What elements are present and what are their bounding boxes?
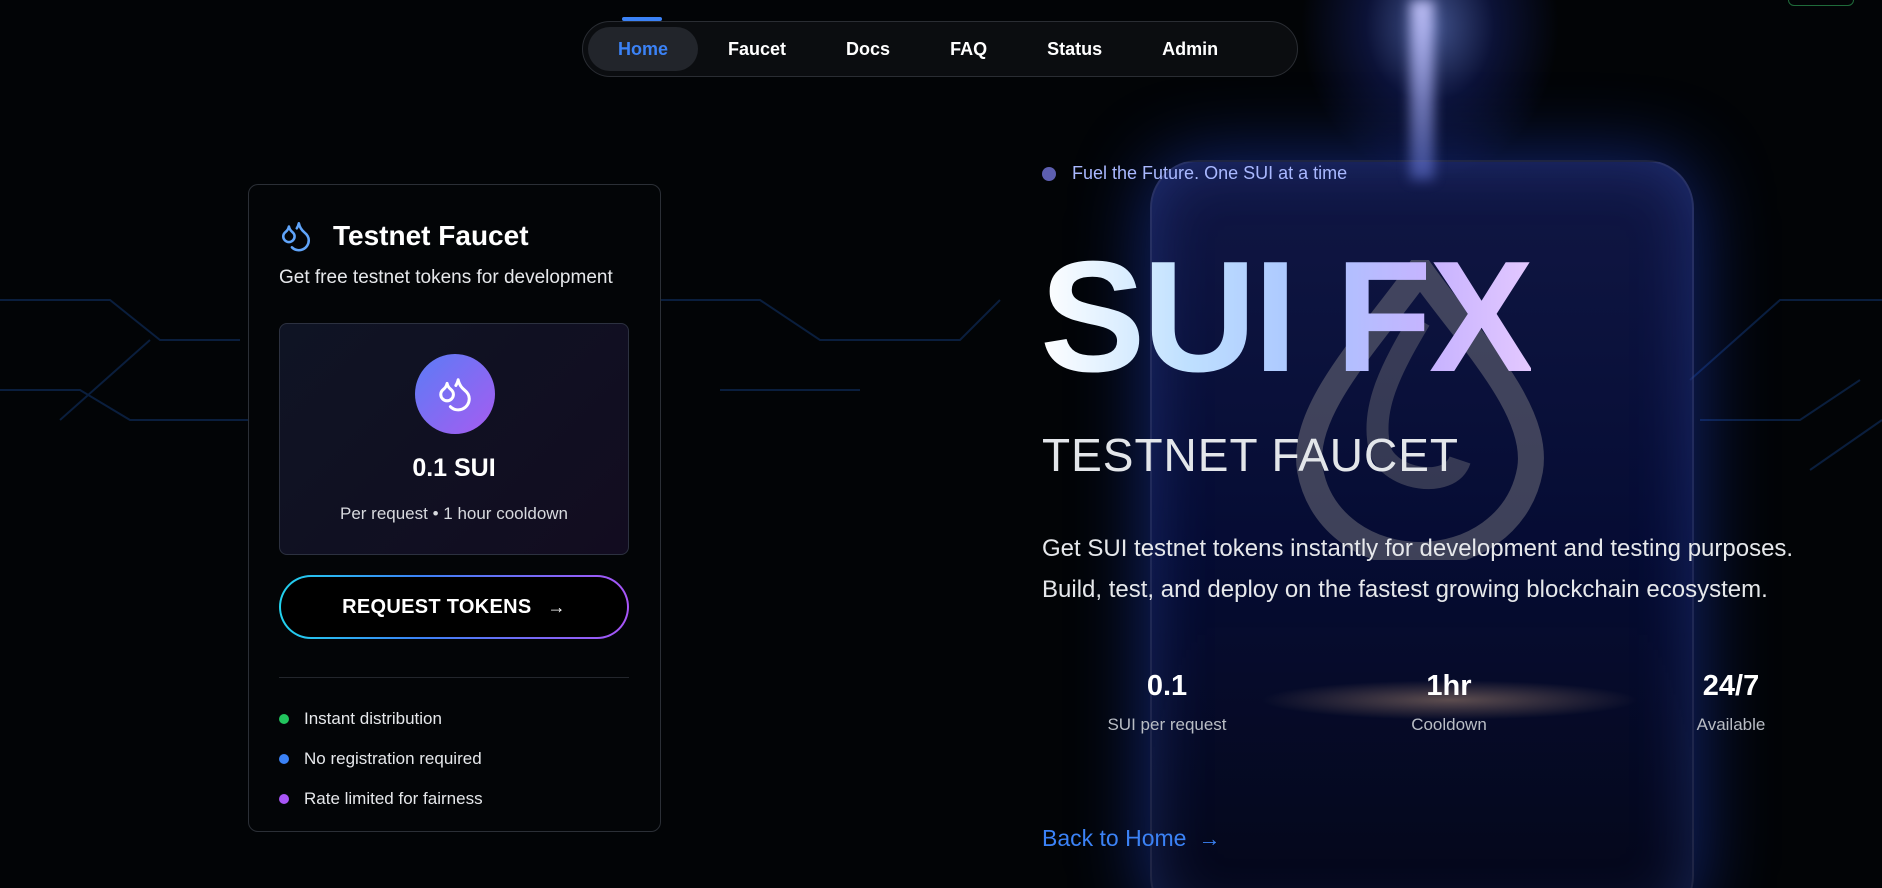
token-amount: 0.1 SUI [412,454,496,482]
droplets-icon [439,378,471,412]
stat-per-request: 0.1 SUI per request [1067,670,1267,735]
card-header: Testnet Faucet [279,219,529,253]
stat-cooldown: 1hr Cooldown [1349,670,1549,735]
stat-availability: 24/7 Available [1631,670,1831,735]
green-dot-icon [279,714,289,724]
faucet-card: Testnet Faucet Get free testnet tokens f… [248,184,661,832]
light-beam [1410,0,1434,180]
hero-description: Get SUI testnet tokens instantly for dev… [1042,528,1882,610]
stat-value: 1hr [1426,670,1472,702]
divider [279,677,629,678]
back-to-home-label: Back to Home [1042,825,1187,851]
arrow-right-icon: → [1198,825,1221,851]
arrow-right-icon: → [547,596,566,617]
hero-title: SUI FX [1040,229,1534,405]
token-avatar [415,354,495,434]
blue-dot-icon [279,754,289,764]
token-amount-details: Per request • 1 hour cooldown [339,504,569,523]
card-subtitle: Get free testnet tokens for development [279,267,613,288]
stat-value: 24/7 [1702,670,1760,702]
nav-item-faucet[interactable]: Faucet [698,27,816,71]
nav-item-faq[interactable]: FAQ [920,27,1017,71]
nav-item-docs[interactable]: Docs [816,27,920,71]
hero-subtitle: TESTNET FAUCET [1042,429,1459,481]
tagline-text: Fuel the Future. One SUI at a time [1072,163,1348,183]
nav-item-home[interactable]: Home [588,27,699,71]
stat-label: SUI per request [1107,715,1227,734]
feature-item: Instant distribution [279,709,442,729]
back-to-home-link[interactable]: Back to Home → [1042,825,1220,852]
request-tokens-button[interactable]: REQUEST TOKENS → [279,575,629,639]
tagline: Fuel the Future. One SUI at a time [1042,163,1347,184]
tagline-dot-icon [1042,166,1056,181]
feature-label: Rate limited for fairness [304,789,483,808]
hero-description-line: Build, test, and deploy on the fastest g… [1042,576,1768,603]
feature-item: No registration required [279,749,482,769]
droplets-icon [281,222,311,252]
corner-button[interactable] [1788,0,1854,6]
nav-item-status[interactable]: Status [1017,27,1132,71]
stat-label: Cooldown [1411,715,1487,734]
feature-label: Instant distribution [304,709,442,728]
top-nav: Home Faucet Docs FAQ Status Admin [582,21,1298,77]
nav-item-admin[interactable]: Admin [1132,27,1248,71]
purple-dot-icon [279,794,289,804]
feature-item: Rate limited for fairness [279,789,483,809]
request-tokens-label: REQUEST TOKENS [342,595,532,618]
card-title: Testnet Faucet [333,220,529,251]
request-tokens-button-inner[interactable]: REQUEST TOKENS → [281,577,627,637]
token-amount-panel: 0.1 SUI Per request • 1 hour cooldown [279,323,629,555]
hero-description-line: Get SUI testnet tokens instantly for dev… [1042,535,1794,562]
stat-label: Available [1696,715,1766,734]
feature-label: No registration required [304,749,482,768]
stat-value: 0.1 [1146,670,1188,702]
